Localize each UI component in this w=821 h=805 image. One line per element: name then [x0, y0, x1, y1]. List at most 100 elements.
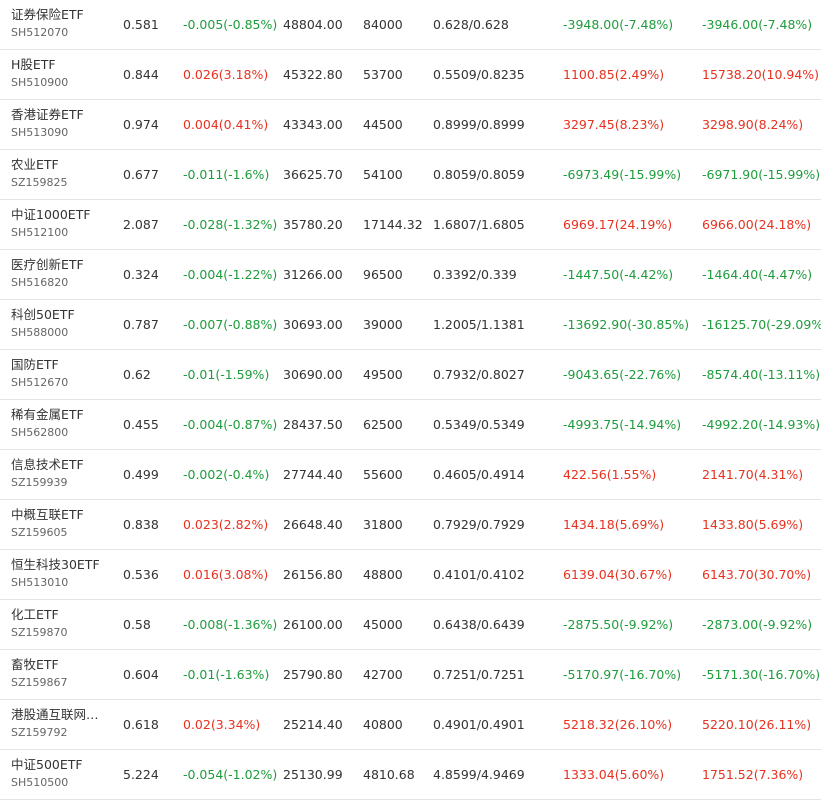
- total-pnl: -6971.90(-15.99%): [702, 167, 821, 182]
- cost-price: 0.7932/0.8027: [433, 367, 525, 382]
- price-change: -0.008(-1.36%): [183, 617, 278, 632]
- table-row[interactable]: 国防ETF SH512670 0.62 -0.01(-1.59%) 30690.…: [0, 350, 821, 400]
- market-value: 26648.40: [283, 517, 343, 532]
- cost-price: 1.2005/1.1381: [433, 317, 525, 332]
- fund-name-link[interactable]: 香港证券ETF: [11, 106, 107, 123]
- price-change: -0.01(-1.63%): [183, 667, 270, 682]
- table-row[interactable]: 稀有金属ETF SH562800 0.455 -0.004(-0.87%) 28…: [0, 400, 821, 450]
- table-row[interactable]: 香港证券ETF SH513090 0.974 0.004(0.41%) 4334…: [0, 100, 821, 150]
- fund-code: SZ159792: [11, 726, 68, 739]
- price-change: -0.002(-0.4%): [183, 467, 270, 482]
- current-price: 0.677: [123, 167, 159, 182]
- current-price: 0.974: [123, 117, 159, 132]
- table-row[interactable]: 中证1000ETF SH512100 2.087 -0.028(-1.32%) …: [0, 200, 821, 250]
- fund-name-cell: 农业ETF SZ159825: [11, 156, 111, 191]
- fund-code: SZ159870: [11, 626, 68, 639]
- fund-name-link[interactable]: 信息技术ETF: [11, 456, 107, 473]
- table-row[interactable]: 化工ETF SZ159870 0.58 -0.008(-1.36%) 26100…: [0, 600, 821, 650]
- total-pnl: -8574.40(-13.11%): [702, 367, 821, 382]
- price-change: -0.028(-1.32%): [183, 217, 278, 232]
- fund-code: SH510500: [11, 776, 69, 789]
- holding-pnl: 3297.45(8.23%): [563, 117, 665, 132]
- share-count: 49500: [363, 367, 403, 382]
- market-value: 25214.40: [283, 717, 343, 732]
- total-pnl: 1433.80(5.69%): [702, 517, 804, 532]
- holding-pnl: 422.56(1.55%): [563, 467, 657, 482]
- fund-name-link[interactable]: 中证1000ETF: [11, 206, 107, 223]
- share-count: 96500: [363, 267, 403, 282]
- fund-name-cell: 畜牧ETF SZ159867: [11, 656, 111, 691]
- fund-code: SZ159605: [11, 526, 68, 539]
- holding-pnl: -6973.49(-15.99%): [563, 167, 682, 182]
- share-count: 39000: [363, 317, 403, 332]
- price-change: -0.01(-1.59%): [183, 367, 270, 382]
- table-row[interactable]: 港股通互联网… SZ159792 0.618 0.02(3.34%) 25214…: [0, 700, 821, 750]
- fund-name-link[interactable]: H股ETF: [11, 56, 107, 73]
- fund-name-link[interactable]: 恒生科技30ETF: [11, 556, 107, 573]
- price-change: -0.011(-1.6%): [183, 167, 270, 182]
- fund-code: SH562800: [11, 426, 69, 439]
- fund-name-link[interactable]: 医疗创新ETF: [11, 256, 107, 273]
- table-row[interactable]: 信息技术ETF SZ159939 0.499 -0.002(-0.4%) 277…: [0, 450, 821, 500]
- fund-name-cell: 医疗创新ETF SH516820: [11, 256, 111, 291]
- fund-name-link[interactable]: 农业ETF: [11, 156, 107, 173]
- holding-pnl: -5170.97(-16.70%): [563, 667, 682, 682]
- fund-name-link[interactable]: 科创50ETF: [11, 306, 107, 323]
- table-row[interactable]: 科创50ETF SH588000 0.787 -0.007(-0.88%) 30…: [0, 300, 821, 350]
- table-row[interactable]: 中概互联ETF SZ159605 0.838 0.023(2.82%) 2664…: [0, 500, 821, 550]
- share-count: 44500: [363, 117, 403, 132]
- table-row[interactable]: 中证500ETF SH510500 5.224 -0.054(-1.02%) 2…: [0, 750, 821, 800]
- table-row[interactable]: 证券保险ETF SH512070 0.581 -0.005(-0.85%) 48…: [0, 0, 821, 50]
- holding-pnl: -9043.65(-22.76%): [563, 367, 682, 382]
- fund-name-link[interactable]: 港股通互联网…: [11, 706, 107, 723]
- cost-price: 0.4101/0.4102: [433, 567, 525, 582]
- fund-name-link[interactable]: 国防ETF: [11, 356, 107, 373]
- share-count: 42700: [363, 667, 403, 682]
- fund-name-link[interactable]: 证券保险ETF: [11, 6, 107, 23]
- cost-price: 0.4605/0.4914: [433, 467, 525, 482]
- total-pnl: -4992.20(-14.93%): [702, 417, 821, 432]
- table-row[interactable]: H股ETF SH510900 0.844 0.026(3.18%) 45322.…: [0, 50, 821, 100]
- fund-name-cell: 国防ETF SH512670: [11, 356, 111, 391]
- table-row[interactable]: 农业ETF SZ159825 0.677 -0.011(-1.6%) 36625…: [0, 150, 821, 200]
- share-count: 53700: [363, 67, 403, 82]
- fund-name-cell: 中证500ETF SH510500: [11, 756, 111, 791]
- cost-price: 0.3392/0.339: [433, 267, 517, 282]
- fund-name-cell: 恒生科技30ETF SH513010: [11, 556, 111, 591]
- fund-code: SH513090: [11, 126, 69, 139]
- market-value: 35780.20: [283, 217, 343, 232]
- current-price: 0.62: [123, 367, 151, 382]
- table-row[interactable]: 医疗创新ETF SH516820 0.324 -0.004(-1.22%) 31…: [0, 250, 821, 300]
- total-pnl: -2873.00(-9.92%): [702, 617, 813, 632]
- fund-code: SH512670: [11, 376, 69, 389]
- table-row[interactable]: 恒生科技30ETF SH513010 0.536 0.016(3.08%) 26…: [0, 550, 821, 600]
- table-row[interactable]: 畜牧ETF SZ159867 0.604 -0.01(-1.63%) 25790…: [0, 650, 821, 700]
- market-value: 36625.70: [283, 167, 343, 182]
- fund-name-link[interactable]: 稀有金属ETF: [11, 406, 107, 423]
- total-pnl: 15738.20(10.94%): [702, 67, 820, 82]
- price-change: 0.016(3.08%): [183, 567, 269, 582]
- fund-name-link[interactable]: 畜牧ETF: [11, 656, 107, 673]
- share-count: 17144.32: [363, 217, 423, 232]
- share-count: 55600: [363, 467, 403, 482]
- share-count: 54100: [363, 167, 403, 182]
- current-price: 0.324: [123, 267, 159, 282]
- holding-pnl: 1434.18(5.69%): [563, 517, 665, 532]
- price-change: 0.004(0.41%): [183, 117, 269, 132]
- total-pnl: -16125.70(-29.09%): [702, 317, 821, 332]
- market-value: 30693.00: [283, 317, 343, 332]
- fund-code: SH588000: [11, 326, 69, 339]
- fund-name-link[interactable]: 中证500ETF: [11, 756, 107, 773]
- fund-name-link[interactable]: 中概互联ETF: [11, 506, 107, 523]
- cost-price: 0.5349/0.5349: [433, 417, 525, 432]
- total-pnl: 5220.10(26.11%): [702, 717, 812, 732]
- fund-code: SH516820: [11, 276, 69, 289]
- total-pnl: 2141.70(4.31%): [702, 467, 804, 482]
- price-change: -0.004(-0.87%): [183, 417, 278, 432]
- fund-name-cell: 证券保险ETF SH512070: [11, 6, 111, 41]
- fund-name-link[interactable]: 化工ETF: [11, 606, 107, 623]
- current-price: 0.844: [123, 67, 159, 82]
- holding-pnl: -2875.50(-9.92%): [563, 617, 674, 632]
- share-count: 40800: [363, 717, 403, 732]
- price-change: -0.004(-1.22%): [183, 267, 278, 282]
